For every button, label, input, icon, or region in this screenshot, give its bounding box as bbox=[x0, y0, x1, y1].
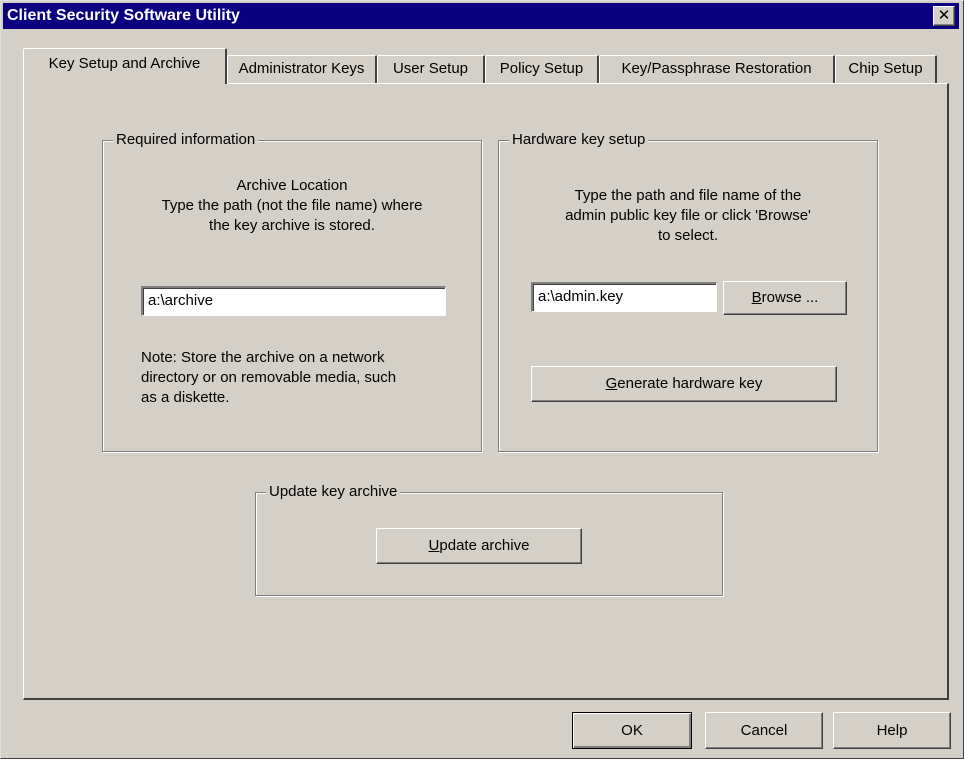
cancel-label: Cancel bbox=[740, 722, 788, 739]
help-button[interactable]: Help bbox=[833, 712, 951, 749]
tab-user-setup[interactable]: User Setup bbox=[377, 55, 485, 83]
tab-panel-key-setup-and-archive: Required information Archive Location Ty… bbox=[23, 83, 949, 700]
browse-label: rowse ... bbox=[761, 289, 819, 306]
tab-label: Key/Passphrase Restoration bbox=[621, 60, 812, 77]
ok-button[interactable]: OK bbox=[572, 712, 692, 749]
browse-button[interactable]: Browse ... bbox=[723, 281, 847, 315]
archive-location-heading: Archive Location bbox=[236, 177, 348, 194]
tab-key-passphrase-restoration[interactable]: Key/Passphrase Restoration bbox=[599, 55, 835, 83]
update-archive-button[interactable]: Update archive bbox=[376, 528, 582, 564]
hardware-key-desc-line: admin public key file or click 'Browse' bbox=[565, 207, 811, 224]
update-key-archive-group: Update key archive Update archive bbox=[255, 483, 723, 596]
hardware-key-instructions: Type the path and file name of the admin… bbox=[499, 186, 877, 246]
archive-note-line: as a diskette. bbox=[141, 389, 230, 406]
archive-location-desc-line: the key archive is stored. bbox=[209, 217, 375, 234]
archive-note-line: directory or on removable media, such bbox=[141, 369, 397, 386]
admin-key-file-input[interactable]: a:\admin.key bbox=[531, 282, 717, 312]
tab-label: Key Setup and Archive bbox=[48, 55, 201, 72]
hardware-key-desc-line: to select. bbox=[657, 227, 719, 244]
generate-hardware-key-button[interactable]: Generate hardware key bbox=[531, 366, 837, 402]
cancel-button[interactable]: Cancel bbox=[705, 712, 823, 749]
dialog-window: Client Security Software Utility ✕ Key S… bbox=[0, 0, 964, 759]
tab-label: Policy Setup bbox=[499, 60, 584, 77]
archive-note-line: Note: Store the archive on a network bbox=[141, 349, 385, 366]
generate-label: enerate hardware key bbox=[617, 375, 763, 392]
hardware-key-desc-line: Type the path and file name of the bbox=[574, 187, 802, 204]
tab-strip: Key Setup and Archive Administrator Keys… bbox=[1, 1, 964, 91]
group-legend: Required information bbox=[113, 131, 259, 148]
tab-label: Administrator Keys bbox=[238, 60, 365, 77]
archive-note: Note: Store the archive on a network dir… bbox=[141, 348, 396, 408]
group-legend: Hardware key setup bbox=[509, 131, 649, 148]
browse-mnemonic: B bbox=[751, 289, 762, 306]
hardware-key-setup-group: Hardware key setup Type the path and fil… bbox=[498, 131, 878, 452]
archive-location-instructions: Archive Location Type the path (not the … bbox=[103, 176, 481, 236]
tab-chip-setup[interactable]: Chip Setup bbox=[835, 55, 937, 83]
update-archive-label: pdate archive bbox=[439, 537, 530, 554]
tab-key-setup-and-archive[interactable]: Key Setup and Archive bbox=[23, 48, 227, 84]
tab-policy-setup[interactable]: Policy Setup bbox=[485, 55, 599, 83]
tab-label: User Setup bbox=[392, 60, 469, 77]
help-label: Help bbox=[876, 722, 908, 739]
group-legend: Update key archive bbox=[266, 483, 401, 500]
archive-location-desc-line: Type the path (not the file name) where bbox=[161, 197, 423, 214]
archive-path-input[interactable]: a:\archive bbox=[141, 286, 446, 316]
ok-label: OK bbox=[621, 722, 643, 739]
update-mnemonic: U bbox=[428, 537, 440, 554]
generate-mnemonic: G bbox=[605, 375, 618, 392]
tab-label: Chip Setup bbox=[848, 60, 923, 77]
tab-administrator-keys[interactable]: Administrator Keys bbox=[227, 55, 377, 83]
required-information-group: Required information Archive Location Ty… bbox=[102, 131, 482, 452]
